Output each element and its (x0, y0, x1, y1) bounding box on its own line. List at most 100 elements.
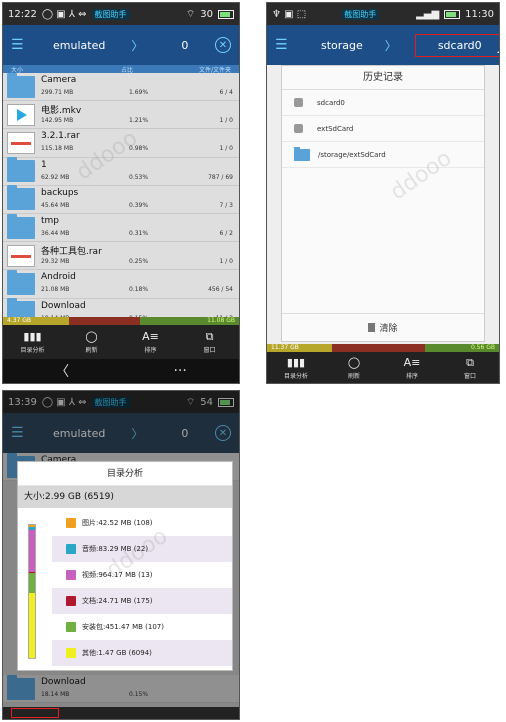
analysis-dialog: 目录分析 大小:2.99 GB (6519) 图片:42.52 MB (108)… (17, 461, 233, 671)
close-icon[interactable]: ✕ (215, 37, 231, 53)
history-item[interactable]: sdcard0 (282, 90, 484, 116)
history-item[interactable]: /storage/extSdCard (282, 142, 484, 168)
folder-icon (7, 185, 35, 211)
toolbar-label: 刷新 (347, 373, 360, 380)
file-name: Camera (41, 75, 77, 85)
folder-icon (294, 146, 310, 161)
file-name: 电影.mkv (41, 106, 82, 117)
toolbar-button[interactable]: A≡ 排序 (121, 325, 180, 359)
column-header: 大小 占比 文件/文件夹 (3, 65, 239, 74)
file-size: 142.95 MB (41, 117, 74, 125)
storage-free: 11.08 GB (139, 317, 239, 325)
file-count: 1 / 0 (219, 258, 233, 266)
toolbar-label: 目录分析 (283, 373, 308, 380)
file-percent: 0.18% (129, 286, 149, 294)
category-swatch (66, 648, 76, 658)
file-count: 1 / 0 (219, 117, 233, 125)
archive-file-icon (7, 244, 35, 267)
file-row[interactable]: Android 21.08 MB 0.18% 456 / 54 (3, 269, 239, 299)
app-bar: ☰ emulated 〉 0 ✕ (3, 25, 239, 65)
back-icon[interactable]: 〈 (55, 361, 69, 381)
screenshot-file-list: 12:22 ◯ ▣ ⅄ ⇔ 截图助手 ⌔ 30 b ☰ emulated 〉 0… (2, 2, 240, 384)
file-count: 1 / 0 (219, 145, 233, 153)
file-name: Download (41, 300, 86, 311)
menu-icon[interactable]: ☰ (275, 37, 288, 53)
file-row[interactable]: 电影.mkv 142.95 MB 1.21% 1 / 0 (3, 101, 239, 130)
current-path-segment[interactable]: sdcard0 (414, 33, 499, 57)
analysis-button[interactable] (11, 708, 59, 718)
menu-icon[interactable]: ☰ (11, 37, 24, 53)
file-row[interactable]: Camera 299.71 MB 1.69% 6 / 4 (3, 72, 239, 102)
toolbar-icon: A≡ (403, 356, 421, 369)
category-row[interactable]: 视频:964.17 MB (13) (52, 562, 232, 588)
storage-free: 0.56 GB (424, 344, 499, 352)
status-time: 11:30 (465, 8, 494, 20)
file-percent: 0.31% (129, 229, 149, 237)
wifi-icon: ⌔ (185, 8, 196, 20)
video-file-icon (7, 103, 35, 126)
file-size: 62.92 MB (41, 173, 70, 181)
battery-icon: b (218, 9, 234, 19)
category-row[interactable]: 其他:1.47 GB (6094) (52, 640, 232, 666)
history-item[interactable]: extSdCard (282, 116, 484, 142)
file-row[interactable]: 1 62.92 MB 0.53% 787 / 69 (3, 157, 239, 186)
path-segment[interactable]: emulated (53, 39, 105, 52)
category-row[interactable]: 安装包:451.47 MB (107) (52, 614, 232, 640)
category-segment (29, 573, 35, 593)
toolbar-button[interactable]: A≡ 排序 (383, 352, 441, 383)
toolbar-button[interactable]: ▮▮▮ 目录分析 (267, 352, 325, 383)
file-name: tmp (41, 215, 60, 226)
toolbar-button[interactable]: ⧉ 窗口 (180, 325, 239, 359)
chevron-right-icon: 〉 (384, 38, 397, 53)
toolbar-label: 目录分析 (20, 346, 45, 354)
status-bar: 12:22 ◯ ▣ ⅄ ⇔ 截图助手 ⌔ 30 b (3, 3, 239, 25)
toolbar-icon: ⧉ (205, 329, 214, 343)
file-row[interactable]: tmp 36.44 MB 0.31% 6 / 2 (3, 213, 239, 243)
history-list: sdcard0 extSdCard/storage/extSdCard (282, 90, 484, 168)
category-label: 图片:42.52 MB (108) (82, 519, 153, 527)
battery-icon: b (444, 9, 461, 19)
category-swatch (66, 544, 76, 554)
category-row[interactable]: 音频:83.29 MB (22) (52, 536, 232, 562)
path-segment[interactable]: storage (321, 39, 363, 52)
file-percent: 1.21% (129, 117, 149, 125)
toolbar-button[interactable]: ⧉ 窗口 (441, 352, 499, 383)
storage-mid (331, 344, 425, 352)
dialog-title: 历史记录 (282, 66, 484, 90)
toolbar-button[interactable]: ◯ 刷新 (62, 325, 121, 359)
file-percent: 0.39% (129, 201, 149, 209)
file-name: 1 (41, 159, 47, 170)
category-segment (29, 530, 35, 573)
folder-icon (7, 213, 35, 239)
path-count[interactable]: 0 (181, 39, 188, 52)
file-count: 6 / 4 (219, 89, 233, 96)
bottom-toolbar: ▮▮▮ 目录分析 ◯ 刷新 A≡ 排序 ⧉ 窗口 (267, 352, 499, 383)
category-row[interactable]: 图片:42.52 MB (108) (52, 510, 232, 536)
toolbar-icon: ▮▮▮ (286, 356, 306, 369)
signal-icon: ▂▄▆ (416, 8, 440, 20)
folder-icon (7, 269, 35, 295)
more-icon[interactable]: ··· (173, 363, 186, 379)
toolbar-button[interactable]: ▮▮▮ 目录分析 (3, 325, 62, 359)
category-stack-bar (28, 524, 36, 659)
category-swatch (66, 570, 76, 580)
file-count: 456 / 54 (208, 286, 233, 294)
toolbar-icon: ◯ (347, 356, 361, 369)
file-row[interactable]: 3.2.1.rar 115.18 MB 0.98% 1 / 0 (3, 129, 239, 158)
file-name: 3.2.1.rar (41, 131, 80, 142)
history-dialog: 历史记录 sdcard0 extSdCard/storage/extSdCard … (281, 65, 485, 342)
category-swatch (66, 596, 76, 606)
file-name: 各种工具包.rar (41, 247, 102, 258)
category-segment (29, 592, 35, 658)
file-size: 29.32 MB (41, 258, 70, 266)
file-row[interactable]: backups 45.64 MB 0.39% 7 / 3 (3, 185, 239, 214)
toolbar-button[interactable]: ◯ 刷新 (325, 352, 383, 383)
category-swatch (66, 622, 76, 632)
folder-icon (7, 72, 35, 98)
bottom-toolbar: ▮▮▮ 目录分析 ◯ 刷新 A≡ 排序 ⧉ 窗口 (3, 325, 239, 359)
file-row[interactable]: 各种工具包.rar 29.32 MB 0.25% 1 / 0 (3, 242, 239, 271)
folder-icon (7, 157, 35, 183)
clear-button[interactable]: 清除 (282, 313, 484, 341)
status-time: 12:22 (8, 8, 37, 20)
category-row[interactable]: 文档:24.71 MB (175) (52, 588, 232, 614)
